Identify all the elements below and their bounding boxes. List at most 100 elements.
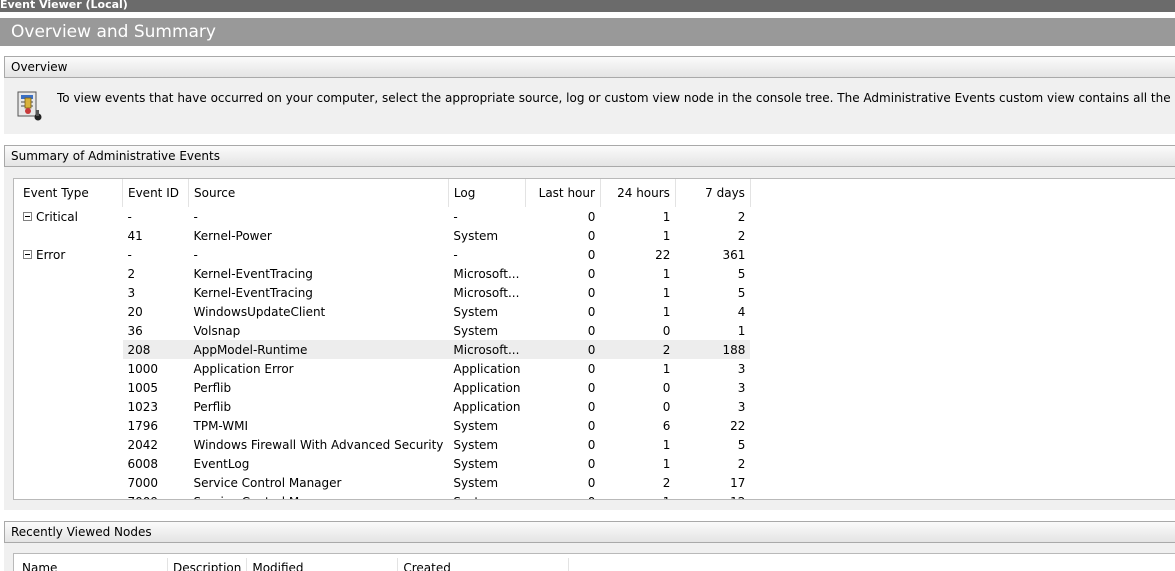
table-row[interactable]: 20 WindowsUpdateClient System 0 1 4 — [18, 302, 750, 321]
table-row[interactable]: 1005 Perflib Application 0 0 3 — [18, 378, 750, 397]
24-hours-cell: 1 — [662, 266, 671, 281]
event-id-cell: 41 — [127, 228, 143, 243]
event-id-cell: 7000 — [127, 475, 159, 490]
log-cell: System — [453, 304, 499, 319]
table-row[interactable]: 41 Kernel-Power System 0 1 2 — [18, 226, 750, 245]
recent-table: Name Description Modified Created — [17, 558, 570, 571]
event-id-cell: 2042 — [127, 437, 159, 452]
column-header-description[interactable]: Description — [167, 558, 248, 571]
table-row[interactable]: 7009 Service Control Manager System 0 1 … — [18, 492, 750, 500]
last-hour-cell: 0 — [587, 456, 596, 471]
7-days-cell: 3 — [737, 380, 746, 395]
column-header-event-id[interactable]: Event ID — [122, 179, 189, 207]
24-hours-cell: 0 — [662, 399, 671, 414]
event-id-cell: - — [127, 209, 132, 224]
event-type-cell — [18, 435, 123, 454]
column-header-7-days[interactable]: 7 days — [675, 179, 751, 207]
last-hour-cell: 0 — [587, 304, 596, 319]
event-id-cell: 1000 — [127, 361, 159, 376]
event-id-cell: - — [127, 247, 132, 262]
last-hour-cell: 0 — [587, 418, 596, 433]
page-title: Overview and Summary — [0, 18, 1175, 46]
table-row[interactable]: 2042 Windows Firewall With Advanced Secu… — [18, 435, 750, 454]
table-row[interactable]: 1796 TPM-WMI System 0 6 22 — [18, 416, 750, 435]
overview-section-title: Overview — [11, 60, 68, 74]
source-cell: WindowsUpdateClient — [193, 304, 326, 319]
column-header-name[interactable]: Name — [17, 558, 168, 571]
7-days-cell: 5 — [737, 437, 746, 452]
log-cell: System — [453, 418, 499, 433]
24-hours-cell: 1 — [600, 492, 675, 500]
source-cell: Kernel-Power — [193, 228, 272, 243]
7-days-cell: 17 — [730, 475, 746, 490]
last-hour-cell: 0 — [587, 266, 596, 281]
table-row[interactable]: 3 Kernel-EventTracing Microsoft... 0 1 5 — [18, 283, 750, 302]
source-cell: Perflib — [193, 380, 232, 395]
event-id-cell: 1023 — [127, 399, 159, 414]
7-days-cell: 188 — [675, 340, 751, 359]
24-hours-cell: 22 — [655, 247, 671, 262]
summary-table: Event Type Event ID Source Log Last hour… — [18, 179, 751, 500]
column-header-last-hour[interactable]: Last hour — [525, 179, 601, 207]
log-cell: System — [453, 323, 499, 338]
table-row[interactable]: Critical - - - 0 1 2 — [18, 207, 750, 226]
table-row[interactable]: 36 Volsnap System 0 0 1 — [18, 321, 750, 340]
column-header-24-hours[interactable]: 24 hours — [600, 179, 676, 207]
log-cell: Microsoft... — [448, 340, 526, 359]
summary-table-header: Event Type Event ID Source Log Last hour… — [18, 179, 751, 207]
24-hours-cell: 1 — [662, 304, 671, 319]
7-days-cell: 3 — [737, 399, 746, 414]
column-header-event-type[interactable]: Event Type — [18, 179, 123, 207]
last-hour-cell: 0 — [587, 399, 596, 414]
event-id-cell: 7009 — [123, 492, 189, 500]
source-cell: - — [193, 209, 198, 224]
summary-section-title: Summary of Administrative Events — [11, 149, 220, 163]
overview-section-header[interactable]: Overview — [4, 56, 1175, 78]
event-type-cell — [18, 321, 123, 340]
table-row[interactable]: 6008 EventLog System 0 1 2 — [18, 454, 750, 473]
column-header-source[interactable]: Source — [188, 179, 449, 207]
7-days-cell: 361 — [722, 247, 746, 262]
recent-section-header[interactable]: Recently Viewed Nodes — [4, 521, 1175, 543]
event-type-cell — [18, 302, 123, 321]
table-row-selected[interactable]: 208 AppModel-Runtime Microsoft... 0 2 18… — [18, 340, 751, 359]
24-hours-cell: 1 — [662, 285, 671, 300]
event-id-cell: 36 — [127, 323, 143, 338]
collapse-icon[interactable] — [23, 211, 32, 221]
event-type-cell — [18, 397, 123, 416]
summary-section-header[interactable]: Summary of Administrative Events — [4, 145, 1175, 167]
column-header-modified[interactable]: Modified — [246, 558, 399, 571]
overview-description: To view events that have occurred on you… — [57, 91, 1175, 105]
column-header-created[interactable]: Created — [397, 558, 570, 571]
last-hour-cell: 0 — [587, 475, 596, 490]
last-hour-cell: 0 — [587, 285, 596, 300]
event-id-cell: 208 — [122, 340, 189, 359]
7-days-cell: 3 — [737, 361, 746, 376]
24-hours-cell: 1 — [662, 456, 671, 471]
last-hour-cell: 0 — [525, 492, 600, 500]
table-row[interactable]: 2 Kernel-EventTracing Microsoft... 0 1 5 — [18, 264, 750, 283]
column-header-log[interactable]: Log — [448, 179, 526, 207]
table-row[interactable]: Error - - - 0 22 361 — [18, 245, 750, 264]
source-cell: Application Error — [193, 361, 294, 376]
source-cell: Kernel-EventTracing — [193, 285, 313, 300]
7-days-cell: 4 — [737, 304, 746, 319]
7-days-cell: 2 — [737, 228, 746, 243]
event-type-cell — [18, 454, 123, 473]
24-hours-cell: 0 — [662, 380, 671, 395]
window-title: Event Viewer (Local) — [0, 0, 1175, 12]
table-row[interactable]: 1023 Perflib Application 0 0 3 — [18, 397, 750, 416]
event-type-cell — [18, 416, 123, 435]
collapse-icon[interactable] — [23, 249, 32, 259]
source-cell: Kernel-EventTracing — [193, 266, 313, 281]
event-type-cell — [18, 492, 123, 499]
24-hours-cell: 0 — [662, 323, 671, 338]
log-cell: Microsoft... — [453, 266, 520, 281]
log-cell: - — [453, 247, 458, 262]
7-days-cell: 1 — [737, 323, 746, 338]
24-hours-cell: 6 — [662, 418, 671, 433]
table-row[interactable]: 7000 Service Control Manager System 0 2 … — [18, 473, 750, 492]
table-row[interactable]: 1000 Application Error Application 0 1 3 — [18, 359, 750, 378]
log-cell: Microsoft... — [453, 285, 520, 300]
event-type-cell: Error — [36, 247, 66, 262]
